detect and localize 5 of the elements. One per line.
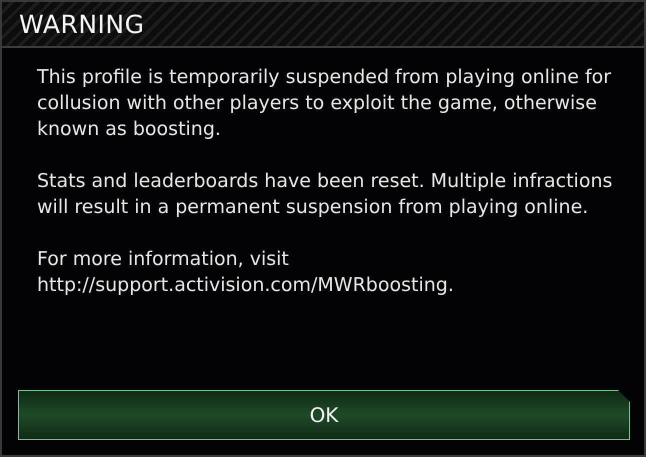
ok-button[interactable]: OK (18, 390, 630, 440)
dialog-title: WARNING (19, 10, 144, 38)
message-text: Stats and leaderboards have been reset. Multiple infractions will result in a permanent suspension from playing online. (37, 169, 614, 220)
message-text: This profile is temporarily suspended from playing online for collusion with other players to exploit the game, otherwise known as boosting. (37, 65, 612, 142)
message-text: For more information, visit http://support.activision.com/MWRboosting. (37, 247, 455, 298)
